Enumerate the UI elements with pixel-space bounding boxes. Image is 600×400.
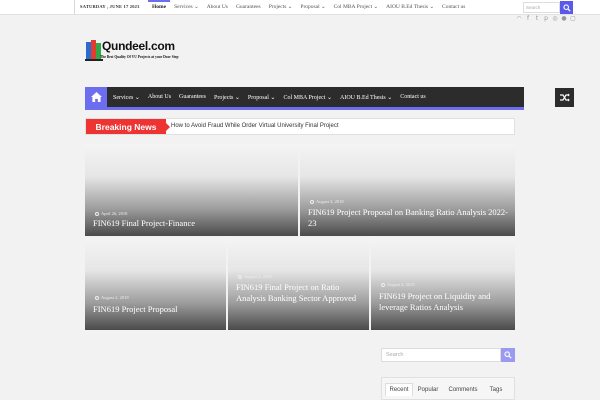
post-date: August 2, 2018 xyxy=(381,282,415,287)
clock-icon xyxy=(310,199,314,204)
home-button[interactable] xyxy=(85,87,107,107)
search-icon xyxy=(504,351,512,359)
top-nav-col-mba[interactable]: Col MBA Project ⌄ xyxy=(330,0,383,15)
top-nav-services[interactable]: Services ⌄ xyxy=(170,0,203,15)
breaking-news-link[interactable]: How to Avoid Fraud While Order Virtual U… xyxy=(171,123,339,129)
post-title[interactable]: FIN619 Final Project-Finance xyxy=(93,218,293,229)
featured-post-3[interactable]: August 2, 2018 FIN619 Project Proposal xyxy=(85,238,226,330)
featured-post-5[interactable]: August 2, 2018 FIN619 Project on Liquidi… xyxy=(371,238,515,330)
clock-icon xyxy=(95,211,99,216)
featured-post-4[interactable]: August 2, 2018 FIN619 Final Project on R… xyxy=(228,238,369,330)
top-nav-contact[interactable]: Contact us xyxy=(438,0,469,15)
featured-post-1[interactable]: April 26, 2018 FIN619 Final Project-Fina… xyxy=(85,144,298,236)
site-logo[interactable]: Qundeel.com The Best Quality Of VU Proje… xyxy=(80,34,188,68)
logo-name: Qundeel.com xyxy=(102,39,175,53)
top-nav-projects[interactable]: Projects ⌄ xyxy=(265,0,297,15)
current-date: SATURDAY , JUNE 17 2023 xyxy=(80,4,140,9)
top-nav-guarantees[interactable]: Guarantees xyxy=(232,0,265,15)
sidebar-search-input[interactable]: Search xyxy=(381,348,501,362)
pinterest-icon[interactable]: p xyxy=(543,16,549,22)
sidebar-search-button[interactable] xyxy=(501,348,515,362)
post-title[interactable]: FIN619 Project Proposal xyxy=(93,304,223,315)
clock-icon xyxy=(95,295,99,300)
clock-icon xyxy=(238,274,242,279)
facebook-icon[interactable]: f xyxy=(525,16,531,22)
home-icon xyxy=(90,92,102,102)
main-navigation: Services ⌄ About Us Guarantees Projects … xyxy=(85,87,524,110)
topbar-divider xyxy=(74,0,75,15)
breaking-news-bar: Breaking News How to Avoid Fraud While O… xyxy=(85,118,515,135)
dribbble-icon[interactable]: ◎ xyxy=(552,16,558,22)
top-search-input[interactable]: Search xyxy=(523,2,560,13)
main-nav-about[interactable]: About Us xyxy=(144,94,175,100)
main-nav-services[interactable]: Services ⌄ xyxy=(109,94,144,101)
clock-icon xyxy=(381,282,385,287)
featured-post-2[interactable]: August 2, 2018 FIN619 Project Proposal o… xyxy=(300,144,515,236)
main-nav-contact[interactable]: Contact us xyxy=(396,94,430,100)
post-date: August 2, 2018 xyxy=(95,295,129,300)
main-nav-aiou-thesis[interactable]: AIOU B.Ed Thesis ⌄ xyxy=(336,94,396,101)
main-nav-col-mba[interactable]: Col MBA Project ⌄ xyxy=(279,94,336,101)
top-navigation: Home Services ⌄ About Us Guarantees Proj… xyxy=(148,0,469,15)
post-title[interactable]: FIN619 Final Project on Ratio Analysis B… xyxy=(236,282,364,304)
top-nav-proposal[interactable]: Proposal ⌄ xyxy=(296,0,329,15)
sidebar-tabs: Recent Popular Comments Tags xyxy=(381,377,515,400)
post-date: April 26, 2018 xyxy=(95,211,127,216)
post-title[interactable]: FIN619 Project on Liquidity and leverage… xyxy=(379,291,511,313)
tab-popular[interactable]: Popular xyxy=(413,383,443,396)
tab-tags[interactable]: Tags xyxy=(483,383,509,396)
top-nav-home[interactable]: Home xyxy=(148,0,171,15)
top-bar: SATURDAY , JUNE 17 2023 Home Services ⌄ … xyxy=(0,0,600,15)
top-nav-about[interactable]: About Us xyxy=(203,0,232,15)
instagram-icon[interactable]: ▢ xyxy=(570,16,576,22)
tab-comments[interactable]: Comments xyxy=(444,383,482,396)
logo-tagline: The Best Quality Of VU Projects at your … xyxy=(100,55,179,59)
shuffle-icon xyxy=(559,93,570,102)
post-date: August 2, 2018 xyxy=(310,199,344,204)
post-date: August 2, 2018 xyxy=(238,274,272,279)
search-icon xyxy=(562,3,571,12)
social-icons: ◠ f t p ◎ ● ▢ xyxy=(516,16,576,22)
main-nav-guarantees[interactable]: Guarantees xyxy=(175,94,210,100)
breaking-news-label: Breaking News xyxy=(86,119,170,134)
main-nav-projects[interactable]: Projects ⌄ xyxy=(210,94,244,101)
post-title[interactable]: FIN619 Project Proposal on Banking Ratio… xyxy=(308,207,513,229)
twitter-icon[interactable]: t xyxy=(534,16,540,22)
main-nav-proposal[interactable]: Proposal ⌄ xyxy=(244,94,280,101)
top-nav-aiou-thesis[interactable]: AIOU B.Ed Thesis ⌄ xyxy=(382,0,438,15)
random-article-button[interactable] xyxy=(555,88,574,107)
top-search-button[interactable] xyxy=(560,1,573,14)
tab-recent[interactable]: Recent xyxy=(385,383,413,396)
rss-icon[interactable]: ◠ xyxy=(516,16,522,22)
flickr-icon[interactable]: ● xyxy=(561,16,567,22)
